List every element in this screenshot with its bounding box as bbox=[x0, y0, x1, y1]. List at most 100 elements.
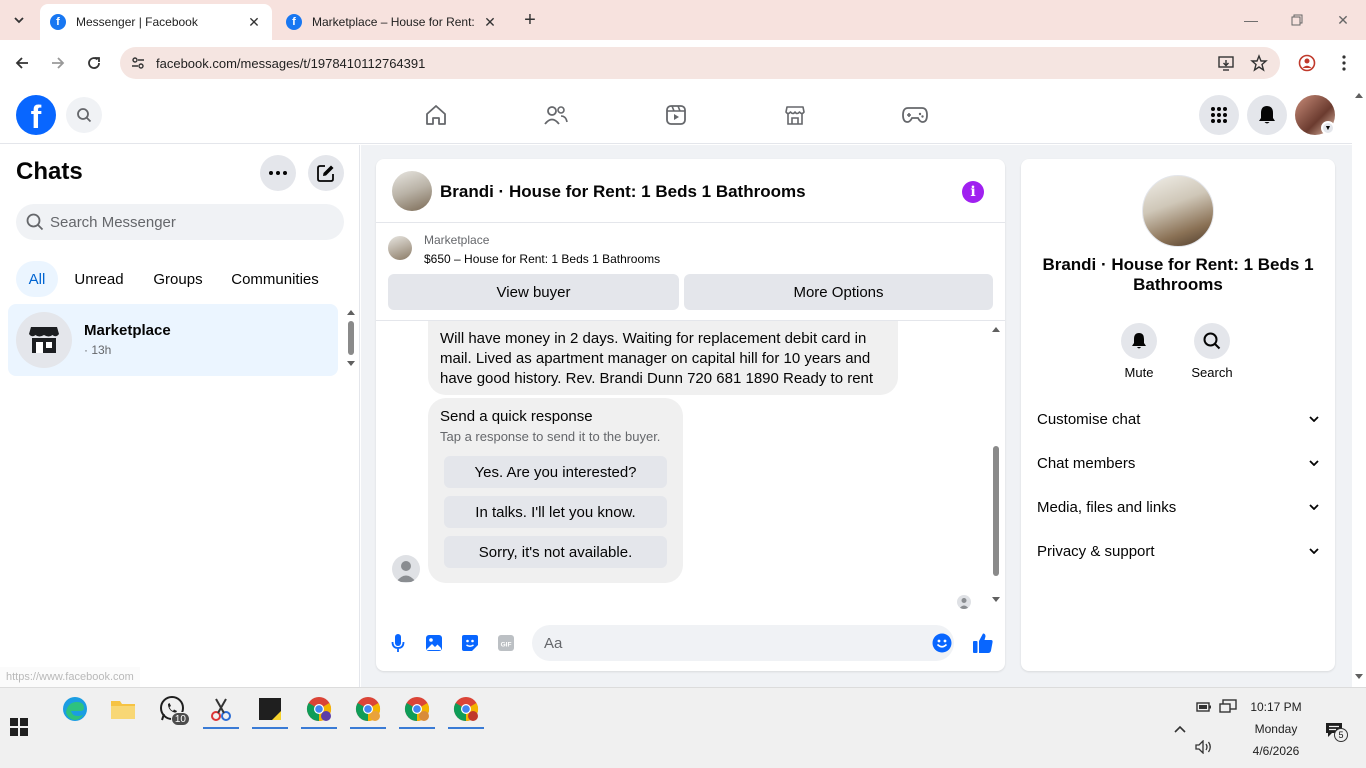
listing-avatar[interactable] bbox=[1142, 175, 1214, 247]
windows-taskbar: 10 10:17 PM Monday 4/6/2026 5 bbox=[0, 687, 1366, 768]
taskbar-clock[interactable]: 10:17 PM Monday 4/6/2026 bbox=[1240, 696, 1312, 762]
browser-tab-messenger[interactable]: f Messenger | Facebook ✕ bbox=[40, 4, 272, 40]
sender-avatar[interactable] bbox=[392, 555, 420, 583]
url-text[interactable]: facebook.com/messages/t/1978410112764391 bbox=[156, 56, 425, 71]
filter-groups[interactable]: Groups bbox=[143, 261, 213, 297]
menu-grid-icon[interactable] bbox=[1199, 95, 1239, 135]
profile-icon[interactable] bbox=[1295, 51, 1319, 75]
tab-search-dropdown[interactable] bbox=[6, 8, 32, 32]
marketplace-shop-icon bbox=[29, 327, 59, 353]
bookmark-star-icon[interactable] bbox=[1247, 51, 1271, 75]
address-bar[interactable]: facebook.com/messages/t/1978410112764391 bbox=[120, 47, 1280, 79]
chats-options-button[interactable] bbox=[260, 155, 296, 191]
search-label: Search bbox=[1191, 365, 1233, 380]
restore-window-icon[interactable] bbox=[1287, 10, 1307, 30]
gif-icon[interactable]: GIF bbox=[495, 632, 517, 654]
chevron-down-icon bbox=[1309, 460, 1319, 466]
whatsapp-icon[interactable]: 10 bbox=[152, 690, 192, 728]
voice-clip-mic-icon[interactable] bbox=[387, 632, 409, 654]
chat-list-item-marketplace[interactable]: Marketplace · 13h bbox=[8, 304, 338, 376]
seen-receipt-avatar bbox=[957, 595, 971, 609]
conversation-info-icon[interactable]: i bbox=[962, 181, 984, 203]
conversation-thumbnail[interactable] bbox=[392, 171, 432, 211]
filter-unread[interactable]: Unread bbox=[64, 261, 134, 297]
volume-icon[interactable] bbox=[1194, 737, 1214, 757]
site-info-icon[interactable] bbox=[122, 47, 154, 79]
view-buyer-button[interactable]: View buyer bbox=[388, 274, 679, 310]
close-tab-icon[interactable]: ✕ bbox=[482, 14, 498, 30]
quick-response-option[interactable]: In talks. I'll let you know. bbox=[444, 496, 667, 528]
facebook-favicon-icon: f bbox=[50, 14, 66, 30]
marketplace-icon[interactable] bbox=[780, 100, 810, 130]
minimize-window-icon[interactable]: — bbox=[1241, 10, 1261, 30]
windows-start-icon[interactable] bbox=[10, 718, 38, 746]
network-icon[interactable] bbox=[1218, 697, 1238, 717]
thumbs-up-like-icon[interactable] bbox=[972, 632, 994, 654]
chrome-profile-1-icon[interactable] bbox=[299, 690, 339, 729]
battery-icon[interactable] bbox=[1194, 697, 1214, 717]
chrome-profile-3-icon[interactable] bbox=[397, 690, 437, 729]
conversation-header: Brandi · House for Rent: 1 Beds 1 Bathro… bbox=[376, 159, 1005, 223]
edge-browser-icon[interactable] bbox=[55, 690, 95, 728]
notifications-bell-icon[interactable] bbox=[1247, 95, 1287, 135]
thread-scrollbar[interactable] bbox=[990, 321, 1002, 611]
chrome-profile-2-icon[interactable] bbox=[348, 690, 388, 729]
tab-title: Marketplace – House for Rent: 1 bbox=[312, 15, 474, 29]
listing-title[interactable]: $650 – House for Rent: 1 Beds 1 Bathroom… bbox=[424, 252, 660, 266]
filter-communities[interactable]: Communities bbox=[220, 261, 330, 297]
quick-response-option[interactable]: Yes. Are you interested? bbox=[444, 456, 667, 488]
message-input[interactable] bbox=[544, 634, 914, 652]
browser-tab-marketplace[interactable]: f Marketplace – House for Rent: 1 ✕ bbox=[276, 4, 508, 40]
home-icon[interactable] bbox=[421, 100, 451, 130]
link-status-hint: https://www.facebook.com bbox=[0, 667, 140, 687]
messenger-search-box[interactable] bbox=[16, 204, 344, 240]
message-line: have good history. Rev. Brandi Dunn 720 … bbox=[440, 370, 874, 387]
close-tab-icon[interactable]: ✕ bbox=[246, 14, 262, 30]
conversation-title[interactable]: Brandi · House for Rent: 1 Beds 1 Bathro… bbox=[440, 182, 806, 202]
conversation-panel: Brandi · House for Rent: 1 Beds 1 Bathro… bbox=[376, 159, 1005, 671]
listing-thumbnail[interactable] bbox=[388, 236, 412, 260]
section-media-files-links[interactable]: Media, files and links bbox=[1029, 487, 1327, 527]
conversation-info-panel: Brandi · House for Rent: 1 Beds 1 Bathro… bbox=[1021, 159, 1335, 671]
section-label: Chat members bbox=[1037, 454, 1136, 472]
facebook-logo-icon[interactable]: f bbox=[16, 95, 56, 135]
section-privacy-support[interactable]: Privacy & support bbox=[1029, 531, 1327, 571]
friends-icon[interactable] bbox=[541, 100, 571, 130]
attach-photo-icon[interactable] bbox=[423, 632, 445, 654]
video-icon[interactable] bbox=[661, 100, 691, 130]
browser-menu-icon[interactable] bbox=[1332, 51, 1356, 75]
message-line: Will have money in 2 days. Waiting for r… bbox=[440, 330, 867, 347]
emoji-icon[interactable] bbox=[931, 632, 953, 654]
search-in-conversation-button[interactable]: Search bbox=[1182, 323, 1242, 380]
filter-all[interactable]: All bbox=[16, 261, 58, 297]
quick-response-option[interactable]: Sorry, it's not available. bbox=[444, 536, 667, 568]
sticky-notes-icon[interactable] bbox=[250, 690, 290, 729]
facebook-search-icon[interactable] bbox=[66, 97, 102, 133]
forward-arrow-icon[interactable] bbox=[46, 51, 70, 75]
chrome-profile-4-icon[interactable] bbox=[446, 690, 486, 729]
new-message-button[interactable] bbox=[308, 155, 344, 191]
message-line: mail. Lived as apartment manager on capi… bbox=[440, 350, 871, 367]
section-chat-members[interactable]: Chat members bbox=[1029, 443, 1327, 483]
account-chevron-icon[interactable]: ▼ bbox=[1321, 121, 1335, 135]
back-arrow-icon[interactable] bbox=[10, 51, 34, 75]
bell-icon[interactable] bbox=[1121, 323, 1157, 359]
snipping-tool-icon[interactable] bbox=[201, 690, 241, 729]
chats-scrollbar[interactable] bbox=[346, 307, 356, 369]
incoming-message-bubble[interactable]: Will have money in 2 days. Waiting for r… bbox=[428, 321, 898, 395]
file-explorer-icon[interactable] bbox=[103, 690, 143, 728]
new-tab-button[interactable]: + bbox=[520, 9, 540, 31]
section-customise-chat[interactable]: Customise chat bbox=[1029, 399, 1327, 439]
page-scrollbar[interactable] bbox=[1352, 86, 1366, 687]
mute-button[interactable]: Mute bbox=[1109, 323, 1169, 380]
gaming-icon[interactable] bbox=[900, 100, 930, 130]
search-icon[interactable] bbox=[1194, 323, 1230, 359]
close-window-icon[interactable]: ✕ bbox=[1333, 10, 1353, 30]
more-options-button[interactable]: More Options bbox=[684, 274, 993, 310]
reload-icon[interactable] bbox=[82, 51, 106, 75]
messenger-search-input[interactable] bbox=[50, 213, 320, 231]
sticker-icon[interactable] bbox=[459, 632, 481, 654]
show-hidden-icons-chevron-icon[interactable] bbox=[1170, 719, 1190, 739]
install-app-icon[interactable] bbox=[1214, 51, 1238, 75]
message-input-box[interactable] bbox=[532, 625, 954, 661]
